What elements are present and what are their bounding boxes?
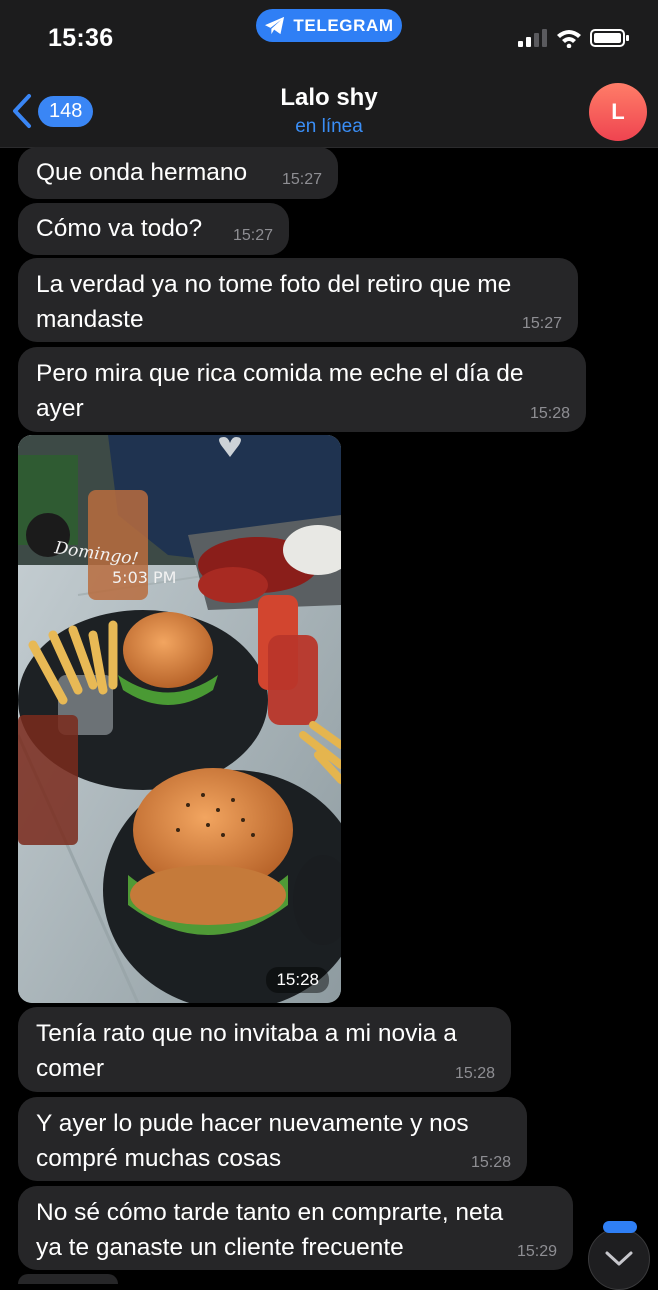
message-text: La verdad ya no tome foto del retiro que… [36, 271, 512, 298]
message-time: 15:27 [232, 227, 273, 244]
photo-message[interactable]: Domingo! 5:03 PM 15:28 [18, 435, 341, 1003]
battery-icon [590, 29, 629, 47]
message-bubble[interactable]: Tenía rato que no invitaba a mi novia a … [18, 1007, 511, 1092]
message-text: Que onda hermano [36, 159, 248, 186]
message-time: 15:28 [470, 1154, 511, 1171]
status-icons [518, 28, 630, 48]
status-time: 15:36 [48, 24, 114, 52]
message-text: No sé cómo tarde tanto en comprarte, net… [36, 1199, 504, 1226]
message-time: 15:28 [529, 405, 570, 422]
chat-header: 148 Lalo shy en línea L [0, 76, 658, 148]
message-time: 15:28 [454, 1065, 495, 1082]
avatar[interactable]: L [589, 83, 647, 141]
message-time: 15:29 [516, 1243, 557, 1260]
scroll-to-bottom-button[interactable] [588, 1221, 650, 1290]
message-bubble[interactable]: La verdad ya no tome foto del retiro que… [18, 258, 578, 342]
telegram-banner-label: TELEGRAM [293, 15, 394, 35]
food-photo: Domingo! 5:03 PM [18, 435, 341, 1003]
message-bubble[interactable]: Cómo va todo? 15:27 [18, 203, 289, 255]
message-text: mandaste [36, 306, 144, 333]
wifi-icon [557, 30, 581, 48]
chat-title[interactable]: Lalo shy [0, 84, 658, 112]
message-time: 15:27 [521, 315, 562, 332]
message-bubble[interactable]: No sé cómo tarde tanto en comprarte, net… [18, 1186, 573, 1270]
photo-overlay-time: 5:03 PM [112, 568, 176, 587]
paper-plane-icon [265, 16, 285, 34]
status-bar: 15:36 TELEGRAM [0, 0, 658, 76]
message-bubble-partial [18, 1274, 118, 1284]
message-time: 15:27 [281, 171, 322, 188]
message-bubble[interactable]: Y ayer lo pude hacer nuevamente y nos co… [18, 1097, 527, 1181]
message-text: Pero mira que rica comida me eche el día… [36, 360, 524, 387]
new-messages-indicator [603, 1221, 637, 1233]
message-text: ayer [36, 395, 84, 422]
telegram-banner[interactable]: TELEGRAM [256, 9, 402, 42]
signal-bars-icon [518, 29, 547, 47]
message-bubble[interactable]: Que onda hermano 15:27 [18, 147, 338, 199]
message-bubble[interactable]: Pero mira que rica comida me eche el día… [18, 347, 586, 432]
message-text: ya te ganaste un cliente frecuente [36, 1234, 404, 1261]
message-time: 15:28 [266, 967, 329, 993]
message-text: Y ayer lo pude hacer nuevamente y nos [36, 1110, 469, 1137]
avatar-initial: L [611, 99, 625, 124]
chat-status: en línea [295, 116, 363, 137]
chevron-down-icon [605, 1251, 633, 1266]
message-text: Tenía rato que no invitaba a mi novia a [36, 1020, 457, 1047]
message-text: compré muchas cosas [36, 1145, 282, 1172]
message-text: comer [36, 1055, 105, 1082]
